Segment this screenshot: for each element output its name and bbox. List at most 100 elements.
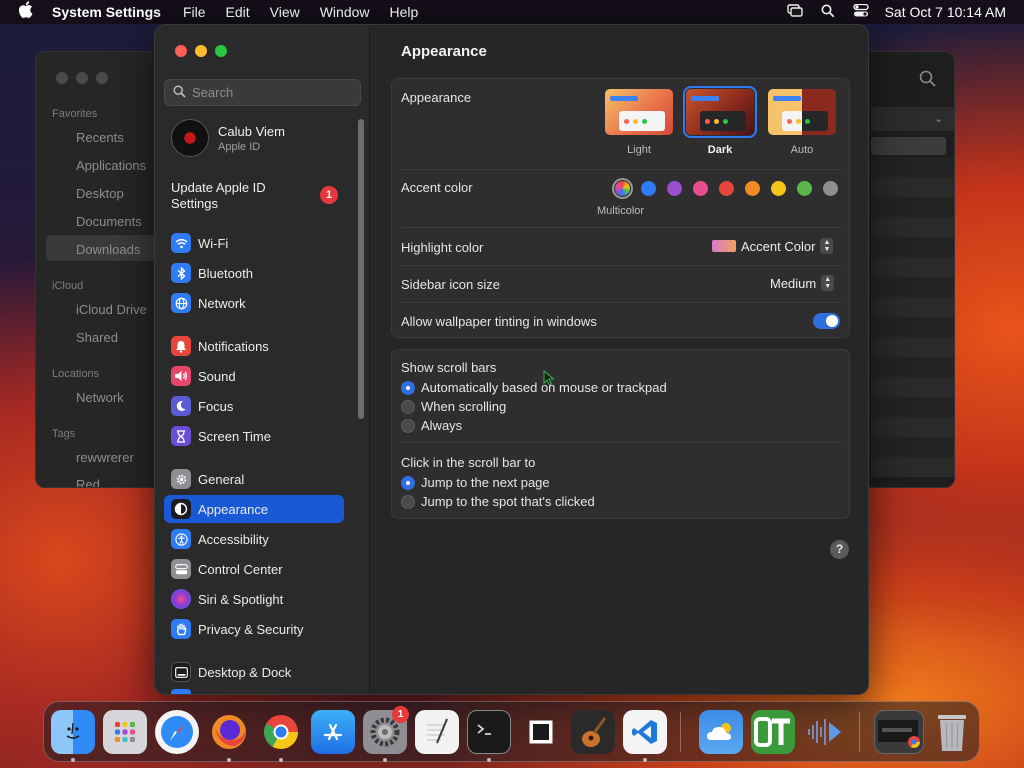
scroll-auto-radio[interactable] bbox=[401, 381, 415, 395]
click-next-page-radio[interactable] bbox=[401, 476, 415, 490]
sidebar-item-appearance[interactable]: Appearance bbox=[164, 495, 344, 523]
sidebar-item-screen-time[interactable]: Screen Time bbox=[164, 422, 344, 450]
menu-edit[interactable]: Edit bbox=[226, 4, 250, 20]
accent-multicolor-swatch[interactable] bbox=[612, 178, 633, 199]
profile-subtitle: Apple ID bbox=[218, 140, 261, 153]
accent-yellow-swatch[interactable] bbox=[771, 181, 786, 196]
finder-minimize-button[interactable] bbox=[76, 72, 88, 84]
finder-section-tags: Tags bbox=[52, 428, 76, 440]
scroll-always-label[interactable]: Always bbox=[421, 418, 462, 433]
menu-window[interactable]: Window bbox=[320, 4, 370, 20]
finder-tag-item[interactable]: Red bbox=[76, 477, 100, 487]
finder-icon[interactable] bbox=[51, 710, 95, 754]
menu-view[interactable]: View bbox=[270, 4, 300, 20]
click-spot-label[interactable]: Jump to the spot that's clicked bbox=[421, 494, 595, 509]
finder-item-desktop[interactable]: Desktop bbox=[76, 186, 124, 201]
vscode-icon[interactable] bbox=[623, 710, 667, 754]
accent-graphite-swatch[interactable] bbox=[823, 181, 838, 196]
control-center-icon[interactable] bbox=[852, 3, 869, 20]
wallpaper-tinting-toggle[interactable] bbox=[813, 313, 840, 329]
finder-item-network[interactable]: Network bbox=[76, 390, 124, 405]
highlight-color-popup[interactable]: Accent Color ▲ ▼ bbox=[712, 238, 834, 254]
chrome-icon[interactable] bbox=[259, 710, 303, 754]
terminal-icon[interactable] bbox=[467, 710, 511, 754]
moon-icon bbox=[171, 396, 191, 416]
sidebar-item-general[interactable]: General bbox=[164, 465, 344, 493]
theme-auto-option[interactable] bbox=[768, 89, 836, 135]
finder-search-icon[interactable] bbox=[919, 70, 936, 92]
spotlight-icon[interactable] bbox=[821, 4, 835, 21]
sidebar-item-wifi[interactable]: Wi-Fi bbox=[164, 229, 344, 257]
finder-selected-row[interactable] bbox=[871, 137, 946, 155]
finder-item-downloads[interactable]: Downloads bbox=[76, 242, 140, 257]
launchpad-icon[interactable] bbox=[103, 710, 147, 754]
finder-item-documents[interactable]: Documents bbox=[76, 214, 142, 229]
menu-app-name[interactable]: System Settings bbox=[52, 4, 161, 20]
accent-purple-swatch[interactable] bbox=[667, 181, 682, 196]
finder-zoom-button[interactable] bbox=[96, 72, 108, 84]
zoom-button[interactable] bbox=[215, 45, 227, 57]
accent-green-swatch[interactable] bbox=[797, 181, 812, 196]
sidebar-item-control-center[interactable]: Control Center bbox=[164, 555, 344, 583]
accent-orange-swatch[interactable] bbox=[745, 181, 760, 196]
finder-item-icloud-drive[interactable]: iCloud Drive bbox=[76, 302, 147, 317]
sidebar-item-focus[interactable]: Focus bbox=[164, 392, 344, 420]
help-button[interactable]: ? bbox=[830, 540, 849, 559]
theme-light-label: Light bbox=[627, 144, 651, 156]
click-next-page-label[interactable]: Jump to the next page bbox=[421, 475, 550, 490]
sidebar-item-notifications[interactable]: Notifications bbox=[164, 332, 344, 360]
sidebar-item-network[interactable]: Network bbox=[164, 289, 344, 317]
textedit-icon[interactable] bbox=[415, 710, 459, 754]
sidebar-item-siri-spotlight[interactable]: Siri & Spotlight bbox=[164, 585, 344, 613]
menu-file[interactable]: File bbox=[183, 4, 206, 20]
ot-icon[interactable] bbox=[751, 710, 795, 754]
running-indicator bbox=[487, 758, 491, 762]
sidebar-item-bluetooth[interactable]: Bluetooth bbox=[164, 259, 344, 287]
theme-dark-option[interactable] bbox=[683, 86, 757, 138]
chevron-down-icon[interactable]: ⌄ bbox=[934, 112, 943, 125]
finder-item-applications[interactable]: Applications bbox=[76, 158, 146, 173]
sidebar-item-label: Screen Time bbox=[198, 428, 271, 444]
update-apple-id-item[interactable]: Update Apple ID Settings bbox=[171, 180, 311, 212]
screen-mirroring-icon[interactable] bbox=[786, 4, 803, 20]
safari-icon[interactable] bbox=[155, 710, 199, 754]
hand-icon bbox=[171, 619, 191, 639]
apple-id-profile[interactable]: Calub Viem Apple ID bbox=[171, 119, 285, 157]
sidebar-item-privacy-security[interactable]: Privacy & Security bbox=[164, 615, 344, 643]
audio-icon[interactable] bbox=[803, 710, 847, 754]
accent-red-swatch[interactable] bbox=[719, 181, 734, 196]
window-icon[interactable] bbox=[519, 710, 563, 754]
weather-icon[interactable] bbox=[699, 710, 743, 754]
avatar bbox=[171, 119, 209, 157]
sidebar-item-sound[interactable]: Sound bbox=[164, 362, 344, 390]
scroll-when-scrolling-label[interactable]: When scrolling bbox=[421, 399, 506, 414]
menu-help[interactable]: Help bbox=[390, 4, 419, 20]
sidebar-item-accessibility[interactable]: Accessibility bbox=[164, 525, 344, 553]
accent-pink-swatch[interactable] bbox=[693, 181, 708, 196]
accent-blue-swatch[interactable] bbox=[641, 181, 656, 196]
sidebar-icon-size-popup[interactable]: Medium ▲ ▼ bbox=[770, 275, 835, 291]
sidebar-item-desktop-dock[interactable]: Desktop & Dock bbox=[164, 658, 344, 686]
finder-close-button[interactable] bbox=[56, 72, 68, 84]
screenshot-icon[interactable] bbox=[874, 710, 924, 754]
trash-icon[interactable] bbox=[930, 710, 974, 754]
close-button[interactable] bbox=[175, 45, 187, 57]
garageband-icon[interactable] bbox=[571, 710, 615, 754]
app-store-icon[interactable] bbox=[311, 710, 355, 754]
click-spot-radio[interactable] bbox=[401, 495, 415, 509]
scroll-always-radio[interactable] bbox=[401, 419, 415, 433]
finder-item-recents[interactable]: Recents bbox=[76, 130, 124, 145]
sidebar-scrollbar[interactable] bbox=[358, 119, 364, 419]
sidebar-item-label: Sound bbox=[198, 368, 236, 384]
theme-light-option[interactable] bbox=[605, 89, 673, 135]
scroll-when-scrolling-radio[interactable] bbox=[401, 400, 415, 414]
search-input[interactable]: Search bbox=[164, 79, 361, 106]
apple-icon[interactable] bbox=[18, 1, 36, 23]
finder-tag-item[interactable]: rewwrerer bbox=[76, 450, 134, 465]
divider bbox=[401, 265, 841, 266]
menu-bar: System Settings File Edit View Window He… bbox=[0, 0, 1024, 24]
finder-item-shared[interactable]: Shared bbox=[76, 330, 118, 345]
minimize-button[interactable] bbox=[195, 45, 207, 57]
menu-clock[interactable]: Sat Oct 7 10:14 AM bbox=[885, 4, 1006, 20]
firefox-icon[interactable] bbox=[207, 710, 251, 754]
